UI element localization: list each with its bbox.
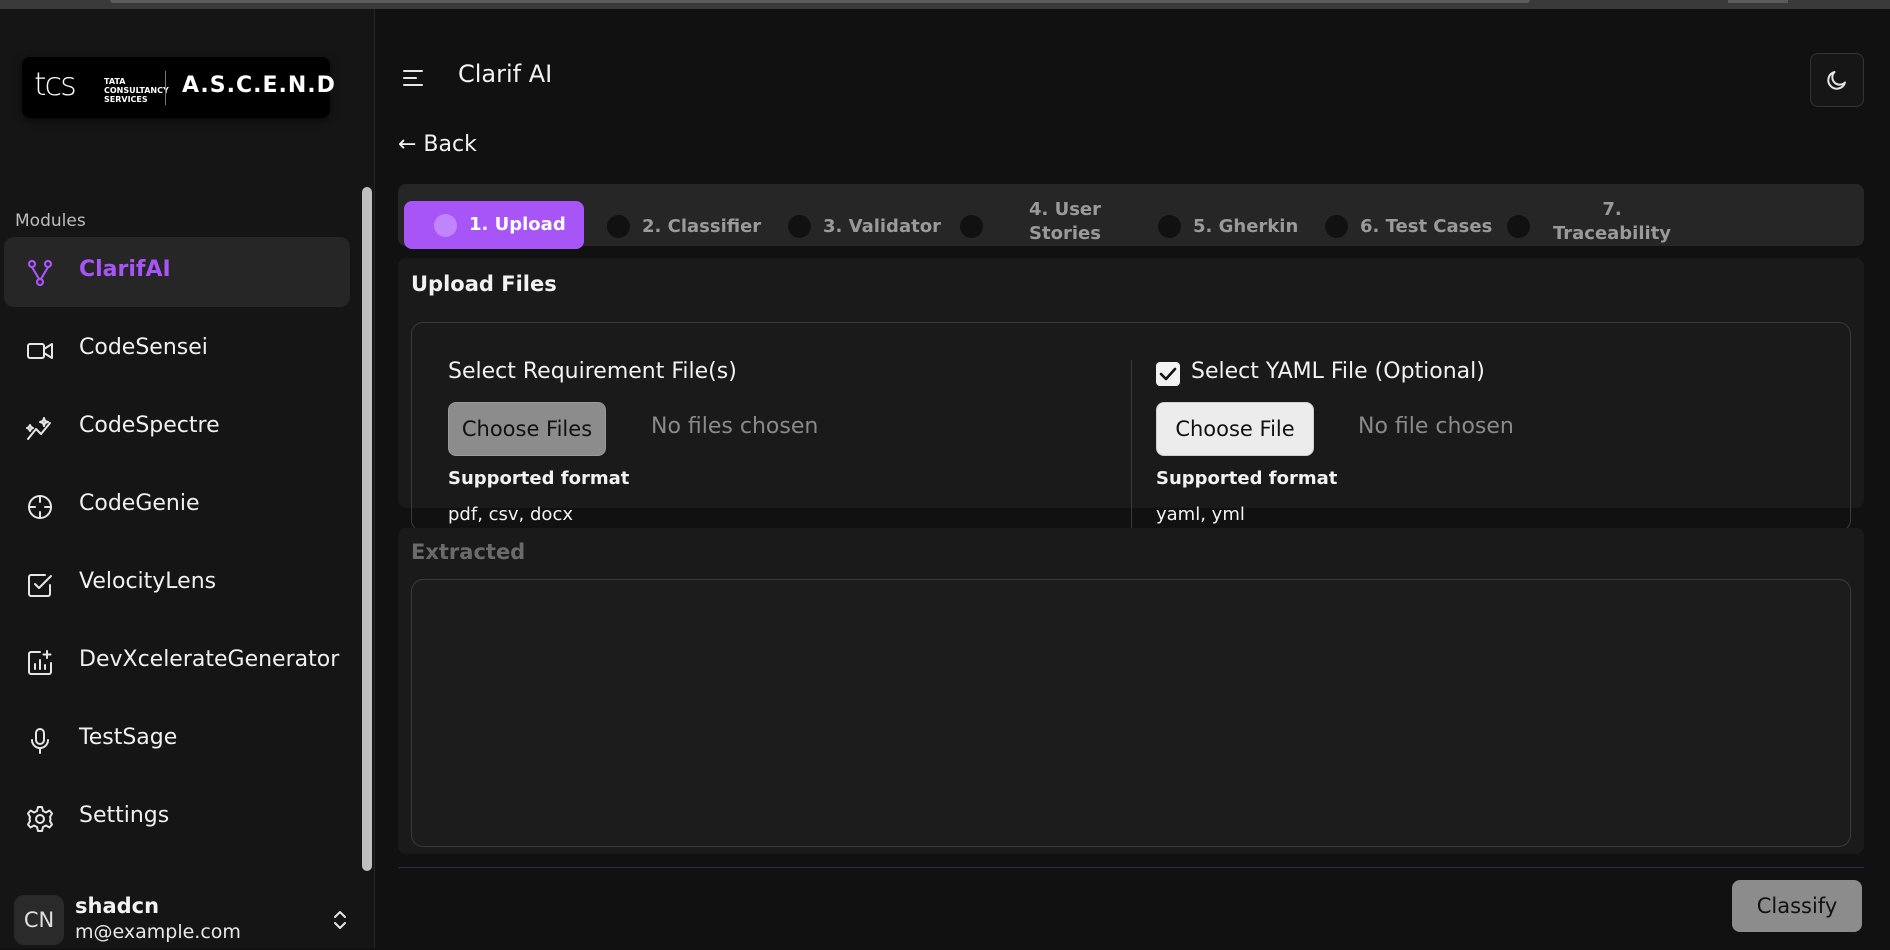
sidebar-item-label: DevXcelerateGenerator [79,647,340,672]
sparkle-chart-icon [26,417,51,440]
choose-requirement-files-button[interactable]: Choose Files [448,402,606,456]
step-label: 2. Classifier [642,216,762,237]
gear-icon [27,806,53,832]
sidebar-item-label: TestSage [79,725,178,750]
step-dot [960,215,983,238]
crosshair-icon [28,495,52,519]
browser-control-edge [1728,0,1788,3]
step-label: 6. Test Cases [1360,216,1493,237]
sidebar-item-codegenie[interactable]: CodeGenie [4,471,350,541]
user-name: shadcn [75,894,160,918]
chart-plus-icon [28,650,52,675]
step-label: 1. Upload [469,214,566,235]
tcs-logo-subtitle: TATA CONSULTANCY SERVICES [104,77,169,104]
classify-button[interactable]: Classify [1732,880,1862,932]
sidebar-item-label: CodeSpectre [79,413,220,438]
step-dot [607,215,630,238]
sidebar-item-label: ClarifAI [79,257,171,282]
sidebar: tcs TATA CONSULTANCY SERVICES A.S.C.E.N.… [0,9,375,948]
browser-top-strip [0,0,1890,9]
step-label: 7. Traceability [1552,199,1672,244]
user-email: m@example.com [75,921,241,943]
choose-yaml-file-button[interactable]: Choose File [1156,402,1314,456]
logo-divider [165,71,166,105]
extracted-title: Extracted [411,540,526,564]
step-dot [1507,215,1530,238]
requirement-file-status: No files chosen [651,414,819,439]
step-dot [788,215,811,238]
back-link[interactable]: ← Back [398,132,477,157]
page-title: Clarif AI [458,60,553,88]
sidebar-item-codesensei[interactable]: CodeSensei [4,315,350,385]
yaml-format-list: yaml, yml [1156,504,1245,525]
requirement-format-title: Supported format [448,468,630,489]
yaml-format-title: Supported format [1156,468,1338,489]
chevrons-up-down-icon [334,911,346,929]
moon-icon [1827,71,1846,90]
menu-toggle-icon[interactable] [402,67,424,89]
product-name: A.S.C.E.N.D [182,73,336,98]
sidebar-item-velocitylens[interactable]: VelocityLens [4,549,350,619]
extracted-text-area[interactable] [411,579,1851,847]
sidebar-item-label: CodeSensei [79,335,208,360]
requirement-format-list: pdf, csv, docx [448,504,573,525]
sidebar-item-codespectre[interactable]: CodeSpectre [4,393,350,463]
sidebar-item-label: Settings [79,803,170,828]
step-label: 5. Gherkin [1193,216,1299,237]
user-menu[interactable]: CN shadcn m@example.com [14,894,360,950]
step-dot [434,214,457,237]
microphone-icon [31,728,49,754]
sidebar-item-settings[interactable]: Settings [4,783,350,853]
sidebar-item-testsage[interactable]: TestSage [4,705,350,775]
yaml-file-status: No file chosen [1358,414,1514,439]
brand-logo[interactable]: tcs TATA CONSULTANCY SERVICES A.S.C.E.N.… [22,57,335,118]
yaml-optional-checkbox[interactable] [1156,362,1180,386]
checkbox-icon [28,574,52,597]
sidebar-scrollbar[interactable] [362,187,372,871]
sidebar-item-label: VelocityLens [79,569,217,594]
upload-title: Upload Files [411,272,557,296]
modules-nav: ClarifAI CodeSensei CodeSpectre CodeGeni… [4,237,350,861]
requirement-file-label: Select Requirement File(s) [448,359,737,384]
sidebar-item-clarifai[interactable]: ClarifAI [4,237,350,307]
step-label: 4. User Stories [1028,199,1102,244]
sidebar-item-devxceleratege[interactable]: DevXcelerateGenerator [4,627,350,697]
tcs-logo-text: tcs [34,65,77,103]
video-camera-icon [27,343,53,359]
sidebar-item-label: CodeGenie [79,491,200,516]
footer-divider [398,867,1864,868]
step-label: 3. Validator [823,216,941,237]
git-branch-icon [27,259,53,287]
step-dot [1158,215,1181,238]
step-upload[interactable]: 1. Upload [404,201,584,249]
column-divider [1131,360,1132,528]
theme-toggle-button[interactable] [1810,53,1864,107]
check-icon [1159,367,1177,381]
avatar: CN [14,895,64,945]
address-bar-edge [110,0,1530,3]
modules-section-label: Modules [15,211,86,231]
step-dot [1325,215,1348,238]
yaml-file-label: Select YAML File (Optional) [1191,359,1485,384]
